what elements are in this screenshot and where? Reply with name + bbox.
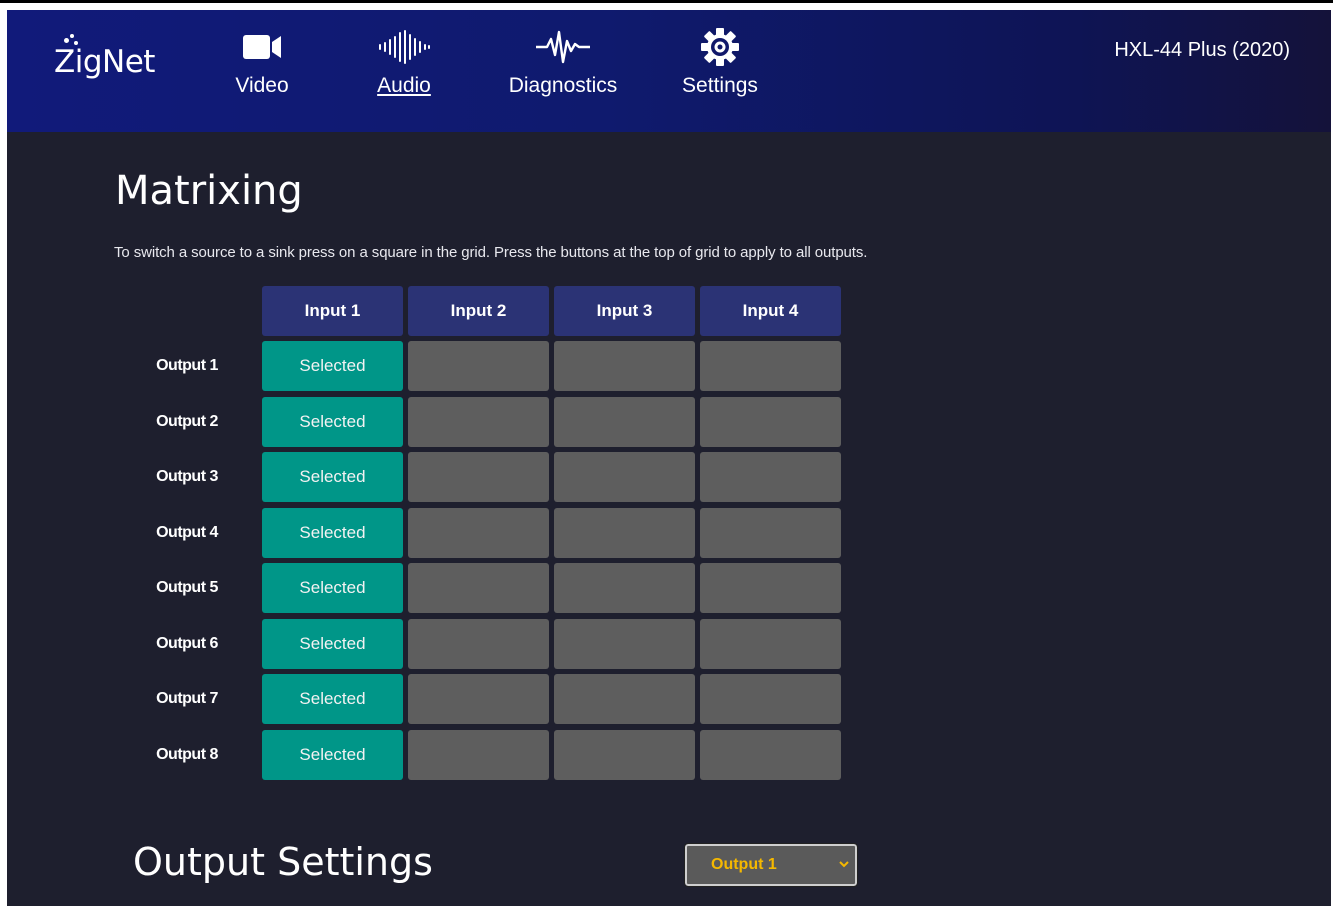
matrix-cell-output-1-input-4[interactable] bbox=[700, 341, 841, 391]
output-7-label: Output 7 bbox=[156, 690, 218, 707]
matrix-cell-output-6-input-3[interactable] bbox=[554, 619, 695, 669]
input-4-header-button[interactable]: Input 4 bbox=[700, 286, 841, 336]
matrixing-title: Matrixing bbox=[115, 168, 303, 214]
top-nav-bar: ZigNet Video Audio Diagnostics Settings … bbox=[7, 10, 1331, 132]
matrix-cell-output-3-input-2[interactable] bbox=[408, 452, 549, 502]
output-select[interactable]: Output 1 bbox=[684, 843, 858, 887]
matrix-cell-output-4-input-3[interactable] bbox=[554, 508, 695, 558]
matrix-cell-output-1-input-1[interactable]: Selected bbox=[262, 341, 403, 391]
video-camera-icon bbox=[229, 28, 295, 66]
gear-icon bbox=[674, 28, 766, 66]
matrix-cell-output-5-input-2[interactable] bbox=[408, 563, 549, 613]
input-1-header-button[interactable]: Input 1 bbox=[262, 286, 403, 336]
nav-audio[interactable]: Audio bbox=[369, 28, 439, 98]
matrix-cell-output-7-input-3[interactable] bbox=[554, 674, 695, 724]
chevron-down-icon bbox=[839, 858, 849, 872]
output-2-label: Output 2 bbox=[156, 413, 218, 430]
matrix-cell-output-8-input-2[interactable] bbox=[408, 730, 549, 780]
matrix-cell-output-6-input-2[interactable] bbox=[408, 619, 549, 669]
output-settings-title: Output Settings bbox=[133, 840, 433, 884]
matrix-cell-output-7-input-2[interactable] bbox=[408, 674, 549, 724]
input-2-header-button[interactable]: Input 2 bbox=[408, 286, 549, 336]
matrix-cell-output-2-input-1[interactable]: Selected bbox=[262, 397, 403, 447]
device-name: HXL-44 Plus (2020) bbox=[1114, 39, 1290, 61]
output-3-label: Output 3 bbox=[156, 468, 218, 485]
nav-audio-label: Audio bbox=[377, 74, 431, 97]
output-5-label: Output 5 bbox=[156, 579, 218, 596]
matrix-cell-output-6-input-1[interactable]: Selected bbox=[262, 619, 403, 669]
matrix-cell-output-7-input-1[interactable]: Selected bbox=[262, 674, 403, 724]
heartbeat-icon bbox=[501, 28, 625, 66]
matrix-cell-output-1-input-2[interactable] bbox=[408, 341, 549, 391]
matrix-cell-output-2-input-2[interactable] bbox=[408, 397, 549, 447]
matrix-cell-output-7-input-4[interactable] bbox=[700, 674, 841, 724]
matrix-cell-output-3-input-4[interactable] bbox=[700, 452, 841, 502]
output-select-value: Output 1 bbox=[711, 856, 777, 873]
matrix-cell-output-5-input-3[interactable] bbox=[554, 563, 695, 613]
matrix-cell-output-3-input-3[interactable] bbox=[554, 452, 695, 502]
output-4-label: Output 4 bbox=[156, 524, 218, 541]
matrix-cell-output-8-input-4[interactable] bbox=[700, 730, 841, 780]
output-1-label: Output 1 bbox=[156, 357, 218, 374]
matrix-cell-output-6-input-4[interactable] bbox=[700, 619, 841, 669]
nav-video[interactable]: Video bbox=[229, 28, 295, 98]
output-6-label: Output 6 bbox=[156, 635, 218, 652]
nav-diagnostics[interactable]: Diagnostics bbox=[501, 28, 625, 98]
matrix-cell-output-5-input-4[interactable] bbox=[700, 563, 841, 613]
app-frame: ZigNet Video Audio Diagnostics Settings … bbox=[7, 10, 1331, 906]
matrix-cell-output-8-input-1[interactable]: Selected bbox=[262, 730, 403, 780]
zignet-logo[interactable]: ZigNet bbox=[54, 44, 155, 80]
input-3-header-button[interactable]: Input 3 bbox=[554, 286, 695, 336]
output-8-label: Output 8 bbox=[156, 746, 218, 763]
matrix-cell-output-2-input-4[interactable] bbox=[700, 397, 841, 447]
nav-video-label: Video bbox=[235, 74, 289, 97]
window-top-border bbox=[0, 0, 1333, 3]
nav-settings-label: Settings bbox=[682, 74, 758, 97]
nav-settings[interactable]: Settings bbox=[674, 28, 766, 98]
matrix-cell-output-3-input-1[interactable]: Selected bbox=[262, 452, 403, 502]
matrix-cell-output-4-input-1[interactable]: Selected bbox=[262, 508, 403, 558]
audio-waveform-icon bbox=[369, 28, 439, 66]
nav-diagnostics-label: Diagnostics bbox=[508, 74, 618, 97]
matrixing-description: To switch a source to a sink press on a … bbox=[114, 244, 868, 261]
matrix-cell-output-8-input-3[interactable] bbox=[554, 730, 695, 780]
matrix-cell-output-4-input-2[interactable] bbox=[408, 508, 549, 558]
matrix-cell-output-4-input-4[interactable] bbox=[700, 508, 841, 558]
matrix-cell-output-1-input-3[interactable] bbox=[554, 341, 695, 391]
matrix-cell-output-2-input-3[interactable] bbox=[554, 397, 695, 447]
matrix-cell-output-5-input-1[interactable]: Selected bbox=[262, 563, 403, 613]
